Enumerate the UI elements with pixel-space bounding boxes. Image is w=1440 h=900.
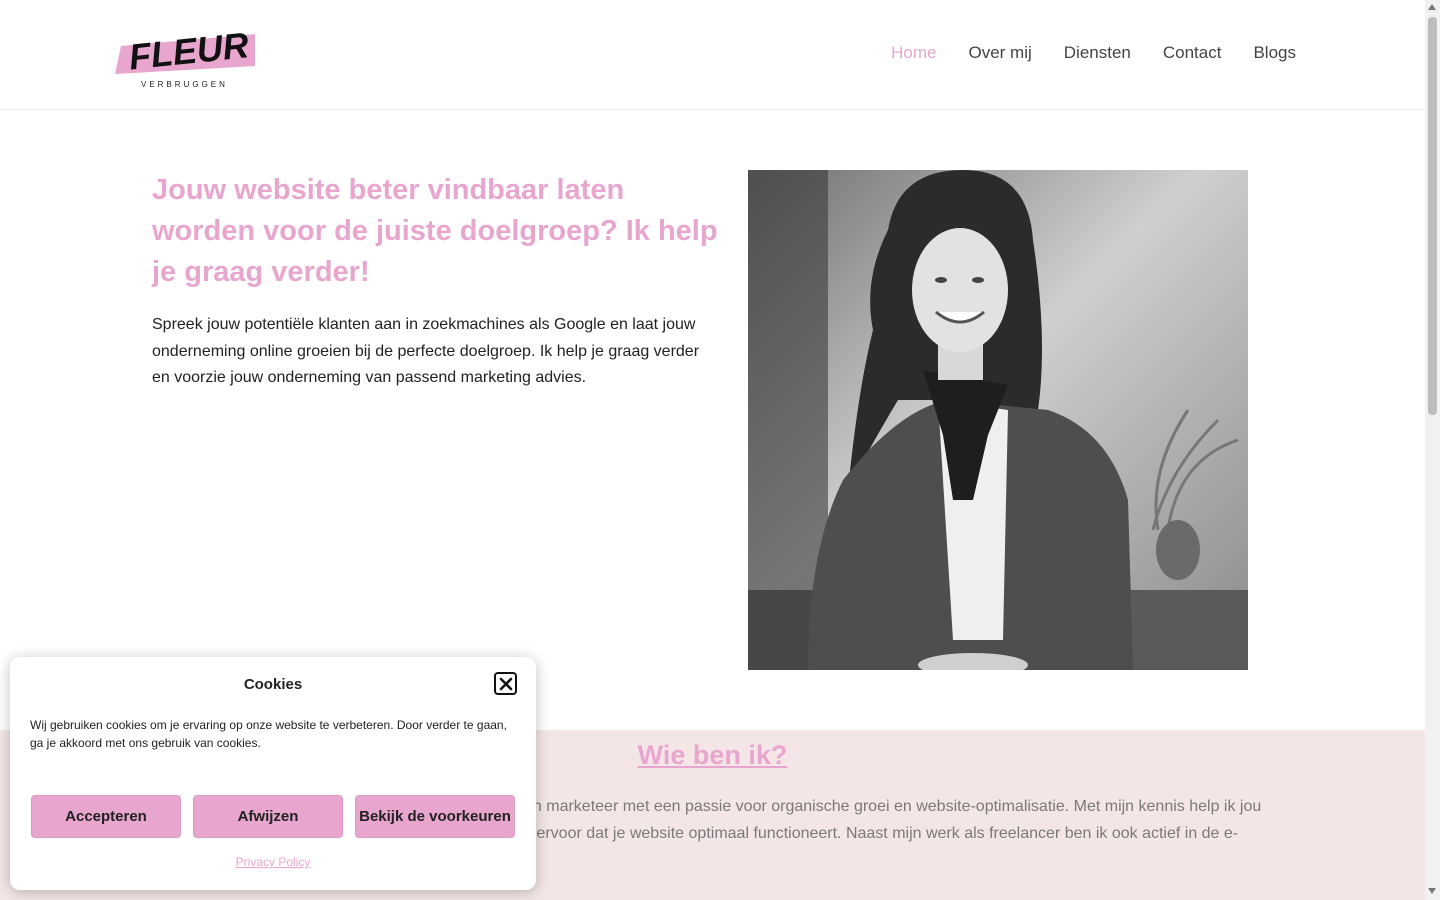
- nav-contact[interactable]: Contact: [1163, 43, 1222, 63]
- scroll-up-arrow-icon[interactable]: [1428, 4, 1436, 10]
- svg-text:VERBRUGGEN: VERBRUGGEN: [141, 80, 228, 89]
- main-nav: Home Over mij Diensten Contact Blogs: [891, 43, 1296, 63]
- cookie-banner: Cookies Wij gebruiken cookies om je erva…: [10, 657, 536, 890]
- svg-text:FLEUR: FLEUR: [127, 24, 251, 77]
- nav-blogs[interactable]: Blogs: [1253, 43, 1296, 63]
- deny-cookies-button[interactable]: Afwijzen: [193, 795, 343, 838]
- scrollbar-thumb[interactable]: [1428, 17, 1437, 415]
- privacy-policy-link[interactable]: Privacy Policy: [10, 855, 536, 869]
- site-logo[interactable]: FLEUR VERBRUGGEN: [113, 18, 259, 90]
- nav-diensten[interactable]: Diensten: [1064, 43, 1131, 63]
- nav-over-mij[interactable]: Over mij: [968, 43, 1031, 63]
- view-preferences-button[interactable]: Bekijk de voorkeuren: [355, 795, 515, 838]
- hero-portrait-photo: [748, 170, 1248, 670]
- close-icon[interactable]: [494, 672, 517, 695]
- cookie-banner-title: Cookies: [243, 676, 303, 693]
- page-scrollbar[interactable]: [1425, 0, 1440, 900]
- scroll-down-arrow-icon[interactable]: [1428, 888, 1436, 894]
- hero-title: Jouw website beter vindbaar laten worden…: [152, 174, 718, 288]
- nav-home[interactable]: Home: [891, 43, 936, 63]
- site-header: FLEUR VERBRUGGEN Home Over mij Diensten …: [0, 0, 1425, 110]
- accept-cookies-button[interactable]: Accepteren: [31, 795, 181, 838]
- cookie-banner-text: Wij gebruiken cookies om je ervaring op …: [30, 718, 507, 750]
- hero-text: Spreek jouw potentiële klanten aan in zo…: [152, 316, 700, 386]
